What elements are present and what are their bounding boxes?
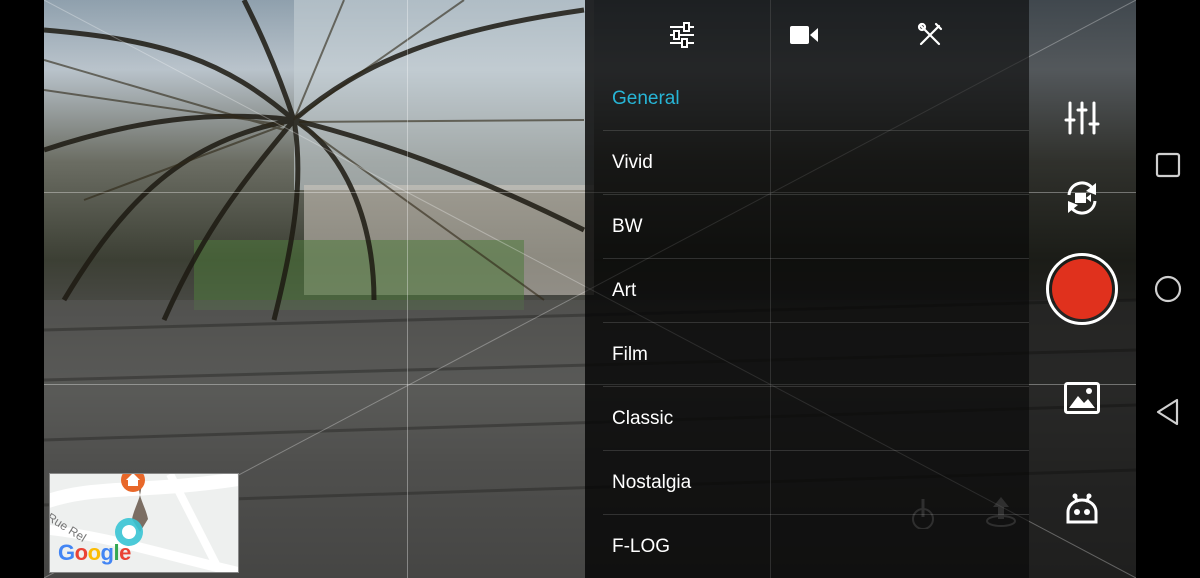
menu-item-label: Nostalgia — [612, 471, 692, 493]
menu-item-label: F-LOG — [612, 535, 671, 557]
camera-controls — [1029, 0, 1136, 578]
menu-item-label: Vivid — [612, 151, 653, 173]
menu-item-film[interactable]: Film — [603, 322, 1029, 386]
menu-item-general[interactable]: General — [603, 66, 1029, 130]
camera-screen: Rue Rel Google General Vivid BW Art Film… — [0, 0, 1200, 578]
menu-item-f-log[interactable]: F-LOG — [603, 514, 1029, 578]
menu-item-vivid[interactable]: Vivid — [603, 130, 1029, 194]
adjust-sliders-icon[interactable] — [1061, 97, 1103, 139]
record-button[interactable] — [1046, 253, 1118, 325]
home-circle-icon[interactable] — [1154, 275, 1182, 303]
filter-list: General Vivid BW Art Film Classic Nostal… — [603, 66, 1029, 578]
left-black-bar — [0, 0, 44, 578]
menu-header-tabs — [585, 0, 1029, 70]
menu-item-label: Classic — [612, 407, 674, 429]
menu-item-bw[interactable]: BW — [603, 194, 1029, 258]
back-triangle-icon[interactable] — [1154, 398, 1182, 426]
menu-item-label: Film — [612, 343, 648, 365]
system-nav-bar — [1136, 0, 1200, 578]
settings-sliders-icon[interactable] — [667, 20, 697, 50]
gallery-icon[interactable] — [1061, 377, 1103, 419]
video-camera-icon[interactable] — [789, 20, 819, 50]
map-thumbnail[interactable]: Rue Rel Google — [49, 473, 239, 573]
menu-item-label: General — [612, 87, 680, 109]
menu-item-art[interactable]: Art — [603, 258, 1029, 322]
google-logo: Google — [58, 540, 131, 565]
menu-item-classic[interactable]: Classic — [603, 386, 1029, 450]
recents-square-icon[interactable] — [1154, 151, 1182, 179]
filter-menu-panel: General Vivid BW Art Film Classic Nostal… — [585, 0, 1029, 578]
tools-icon[interactable] — [915, 20, 945, 50]
robot-mode-icon[interactable] — [1061, 490, 1103, 532]
menu-item-label: BW — [612, 215, 643, 237]
menu-item-label: Art — [612, 279, 637, 301]
switch-camera-icon[interactable] — [1061, 177, 1103, 219]
record-dot — [1052, 259, 1112, 319]
menu-item-nostalgia[interactable]: Nostalgia — [603, 450, 1029, 514]
